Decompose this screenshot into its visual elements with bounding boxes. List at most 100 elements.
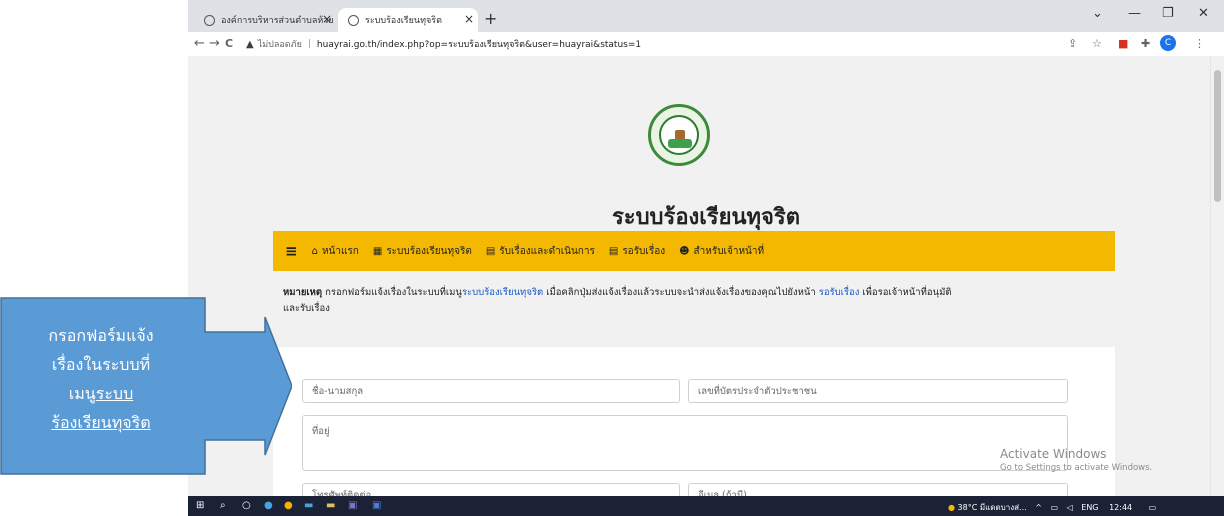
profile-icon[interactable]: C — [1160, 35, 1176, 51]
close-tab-icon[interactable]: × — [322, 13, 332, 25]
callout-line-1: กรอกฟอร์มแจ้ง — [48, 326, 154, 345]
id-card-input[interactable]: เลขที่บัตรประจำตัวประชาชน — [688, 379, 1068, 403]
address-placeholder: ที่อยู่ — [312, 426, 330, 437]
notice-link-pending[interactable]: รอรับเรื่อง — [819, 287, 860, 298]
tab-title: องค์การบริหารส่วนตำบลห้วยไร่-ตำบลห้ — [221, 16, 333, 26]
puzzle-icon[interactable]: ✚ — [1141, 37, 1150, 50]
close-tab-icon[interactable]: × — [464, 13, 474, 25]
tab-huayrai-home[interactable]: องค์การบริหารส่วนตำบลห้วยไร่-ตำบลห้ × — [194, 8, 336, 32]
tab-search-icon[interactable]: ⌄ — [1092, 6, 1103, 21]
logo-ground — [668, 139, 692, 148]
card-icon: ▤ — [608, 245, 619, 257]
reload-button[interactable]: C — [225, 37, 233, 50]
name-placeholder: ชื่อ-นามสกุล — [312, 385, 364, 397]
callout-link-part-1: ระบบ — [95, 384, 134, 403]
file-explorer-icon[interactable]: ▬ — [326, 500, 335, 511]
menu-label: ระบบร้องเรียนทุจริต — [386, 245, 472, 257]
hamburger-icon[interactable]: ≡ — [285, 242, 298, 260]
menu-label: สำหรับเจ้าหน้าที่ — [693, 245, 765, 257]
email-placeholder: อีเมล (ถ้ามี) — [698, 489, 747, 497]
search-icon[interactable]: ⌕ — [220, 500, 226, 511]
callout-text: กรอกฟอร์มแจ้ง เรื่องในระบบที่ เมนูระบบ ร… — [22, 321, 180, 437]
security-label[interactable]: ไม่ปลอดภัย — [258, 37, 302, 51]
phone-input[interactable]: โทรศัพท์ติดต่อ — [302, 483, 680, 496]
page-title: ระบบร้องเรียนทุจริต — [611, 204, 801, 230]
web-page: ระบบร้องเรียนทุจริต ≡ ⌂ หน้าแรก ▦ ระบบร้… — [188, 56, 1224, 496]
tab-complaint-system[interactable]: ระบบร้องเรียนทุจริต × — [338, 8, 478, 32]
new-tab-button[interactable]: + — [484, 9, 497, 28]
share-icon[interactable]: ⇪ — [1068, 37, 1077, 50]
callout-link-part-2: ร้องเรียนทุจริต — [51, 413, 151, 432]
callout-annotation: กรอกฟอร์มแจ้ง เรื่องในระบบที่ เมนูระบบ ร… — [0, 297, 293, 475]
network-icon[interactable]: ▭ — [1050, 503, 1058, 512]
notice-text-2: เมื่อคลิกปุ่มส่งแจ้งเรื่องแล้วระบบจะนำส่… — [543, 287, 819, 298]
menu-label: รับเรื่องและดำเนินการ — [499, 245, 595, 257]
task-view-icon[interactable]: ○ — [242, 500, 251, 511]
back-button[interactable]: ← — [194, 36, 205, 51]
id-card-placeholder: เลขที่บัตรประจำตัวประชาชน — [698, 385, 817, 397]
menu-item-staff[interactable]: ☻ สำหรับเจ้าหน้าที่ — [679, 244, 764, 259]
language-indicator[interactable]: ENG — [1081, 503, 1098, 512]
complaint-form: ชื่อ-นามสกุล เลขที่บัตรประจำตัวประชาชน ท… — [273, 347, 1115, 496]
menu-item-pending[interactable]: ▤ รอรับเรื่อง — [609, 244, 665, 259]
menu-item-home[interactable]: ⌂ หน้าแรก — [312, 244, 359, 259]
globe-icon — [348, 14, 359, 26]
menu-label: รอรับเรื่อง — [622, 245, 666, 257]
notice-text-3: เพื่อรอเจ้าหน้าที่อนุมัติ — [859, 287, 952, 298]
warning-icon: ▲ — [246, 38, 254, 50]
start-icon[interactable]: ⊞ — [196, 500, 204, 511]
address-bar[interactable]: ▲ ไม่ปลอดภัย | huayrai.go.th/index.php?o… — [246, 35, 1126, 53]
minimize-button[interactable]: — — [1128, 6, 1141, 21]
mail-icon[interactable]: ▬ — [304, 500, 313, 511]
notice-text-1: กรอกฟอร์มแจ้งเรื่องในระบบที่เมนู — [322, 287, 462, 298]
address-textarea[interactable]: ที่อยู่ — [302, 415, 1068, 471]
url-text[interactable]: huayrai.go.th/index.php?op=ระบบร้องเรียน… — [317, 37, 641, 51]
windows-activation-watermark: Activate Windows Go to Settings to activ… — [1000, 447, 1152, 473]
weather-icon[interactable]: ● — [948, 503, 955, 512]
photos-icon[interactable]: ▣ — [348, 500, 357, 511]
edge-icon[interactable]: ● — [264, 500, 273, 511]
logo-emblem — [659, 115, 699, 155]
volume-icon[interactable]: ◁ — [1067, 503, 1073, 512]
menu-item-complaint-system[interactable]: ▦ ระบบร้องเรียนทุจริต — [373, 244, 472, 259]
users-icon: ☻ — [679, 245, 690, 257]
watermark-line-1: Activate Windows — [1000, 447, 1107, 461]
menu-icon[interactable]: ⋮ — [1194, 37, 1205, 50]
extension-icon[interactable]: ■ — [1118, 37, 1128, 50]
notification-icon[interactable]: ▭ — [1149, 503, 1157, 512]
system-tray: ● 38°C มีแดดบางส่... ^ ▭ ◁ ENG 12:44 ▭ — [948, 501, 1156, 514]
tab-title: ระบบร้องเรียนทุจริต — [365, 16, 442, 26]
main-menu-bar: ≡ ⌂ หน้าแรก ▦ ระบบร้องเรียนทุจริต ▤ รับเ… — [273, 231, 1115, 271]
browser-window: องค์การบริหารส่วนตำบลห้วยไร่-ตำบลห้ × ระ… — [188, 0, 1224, 496]
weather-text[interactable]: 38°C มีแดดบางส่... — [958, 503, 1027, 512]
globe-icon — [204, 14, 215, 26]
email-input[interactable]: อีเมล (ถ้ามี) — [688, 483, 1068, 496]
star-icon[interactable]: ☆ — [1092, 37, 1102, 50]
maximize-button[interactable]: ❐ — [1162, 6, 1174, 21]
chrome-icon[interactable]: ● — [284, 500, 293, 511]
menu-item-received[interactable]: ▤ รับเรื่องและดำเนินการ — [486, 244, 595, 259]
clock[interactable]: 12:44 — [1109, 503, 1132, 512]
windows-taskbar: ⊞ ⌕ ○ ● ● ▬ ▬ ▣ ▣ ● 38°C มีแดดบางส่... ^… — [188, 496, 1224, 516]
vertical-scrollbar[interactable] — [1210, 56, 1224, 496]
card-icon: ▤ — [485, 245, 496, 257]
calendar-icon: ▦ — [372, 245, 383, 257]
name-input[interactable]: ชื่อ-นามสกุล — [302, 379, 680, 403]
watermark-line-2: Go to Settings to activate Windows. — [1000, 463, 1153, 473]
notice-link-complaint-system[interactable]: ระบบร้องเรียนทุจริต — [462, 287, 543, 298]
callout-line-3: เมนูระบบ — [22, 379, 180, 408]
browser-toolbar: ← → C ▲ ไม่ปลอดภัย | huayrai.go.th/index… — [188, 32, 1224, 56]
menu-label: หน้าแรก — [321, 245, 359, 257]
forward-button[interactable]: → — [209, 36, 220, 51]
home-icon: ⌂ — [311, 245, 318, 257]
close-window-button[interactable]: ✕ — [1198, 6, 1209, 21]
word-icon[interactable]: ▣ — [372, 500, 381, 511]
scrollbar-thumb[interactable] — [1214, 70, 1221, 202]
organization-logo — [648, 104, 710, 166]
notice-text: หมายเหตุ กรอกฟอร์มแจ้งเรื่องในระบบที่เมน… — [283, 285, 1123, 317]
callout-prefix: เมนู — [68, 384, 96, 403]
address-separator: | — [307, 39, 311, 49]
phone-placeholder: โทรศัพท์ติดต่อ — [312, 489, 372, 497]
tray-chevron-icon[interactable]: ^ — [1035, 503, 1042, 512]
callout-line-2: เรื่องในระบบที่ — [51, 355, 151, 374]
